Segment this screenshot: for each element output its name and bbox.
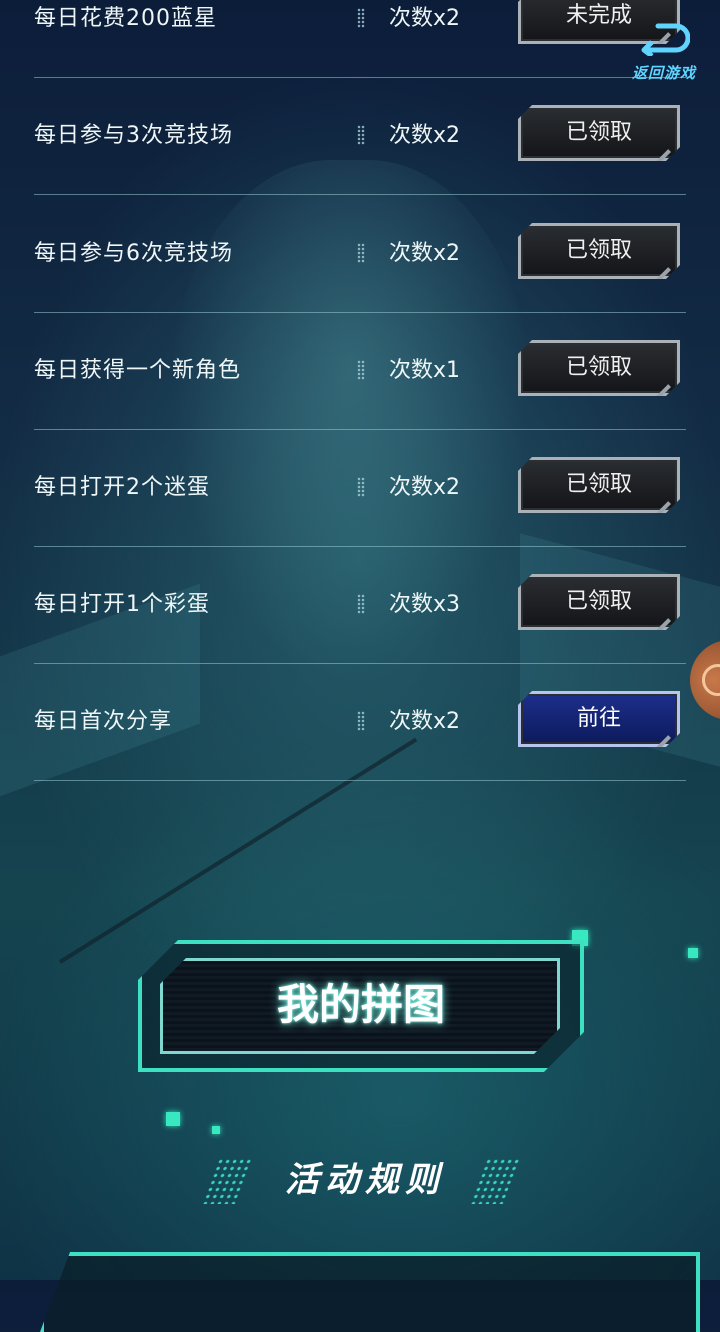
return-arrow-icon [641,23,690,56]
task-row: 每日花费200蓝星 次数x2 未完成 [34,0,686,78]
task-claimed-button[interactable]: 已领取 [518,223,680,279]
task-name: 每日花费200蓝星 [34,6,217,31]
task-row: 每日首次分享 次数x2 前往 [34,663,686,781]
rules-panel [40,1252,700,1332]
return-to-game-label: 返回游戏 [631,64,696,82]
task-name: 每日参与3次竞技场 [34,123,233,148]
rules-title: 活动规则 [285,1160,445,1200]
task-count: 次数x3 [389,592,461,617]
divider-dots [357,477,365,497]
task-claimed-button[interactable]: 已领取 [518,457,680,513]
my-puzzle-button[interactable]: 我的拼图 [138,940,584,1072]
ring-icon [702,664,720,696]
divider-dots [357,8,365,28]
task-claimed-button[interactable]: 已领取 [518,574,680,630]
task-count: 次数x2 [389,241,461,266]
floating-assistant-icon[interactable] [690,640,720,720]
task-row: 每日打开1个彩蛋 次数x3 已领取 [34,546,686,664]
dots-decoration-icon [201,1158,255,1204]
decor-square [212,1126,220,1134]
divider-dots [357,711,365,731]
rules-header: 活动规则 [201,1150,523,1210]
task-row: 每日获得一个新角色 次数x1 已领取 [34,312,686,430]
task-row: 每日参与3次竞技场 次数x2 已领取 [34,77,686,195]
divider-dots [357,594,365,614]
task-name: 每日首次分享 [34,709,173,734]
divider-dots [357,360,365,380]
task-count: 次数x2 [389,475,461,500]
task-count: 次数x1 [389,358,461,383]
divider-dots [357,243,365,263]
task-count: 次数x2 [389,123,461,148]
task-row: 每日参与6次竞技场 次数x2 已领取 [34,195,686,313]
task-go-button[interactable]: 前往 [518,691,680,747]
return-to-game-button[interactable]: 返回游戏 [620,20,708,86]
my-puzzle-label: 我的拼图 [276,980,445,1029]
task-count: 次数x2 [389,6,461,31]
task-row: 每日打开2个迷蛋 次数x2 已领取 [34,429,686,547]
task-name: 每日获得一个新角色 [34,358,242,383]
dots-decoration-icon [469,1158,523,1204]
task-name: 每日打开2个迷蛋 [34,475,210,500]
task-count: 次数x2 [389,709,461,734]
task-claimed-button[interactable]: 已领取 [518,105,680,161]
task-name: 每日打开1个彩蛋 [34,592,210,617]
task-name: 每日参与6次竞技场 [34,241,233,266]
decor-square [688,948,698,958]
task-claimed-button[interactable]: 已领取 [518,340,680,396]
decor-square [166,1112,180,1126]
divider-dots [357,125,365,145]
